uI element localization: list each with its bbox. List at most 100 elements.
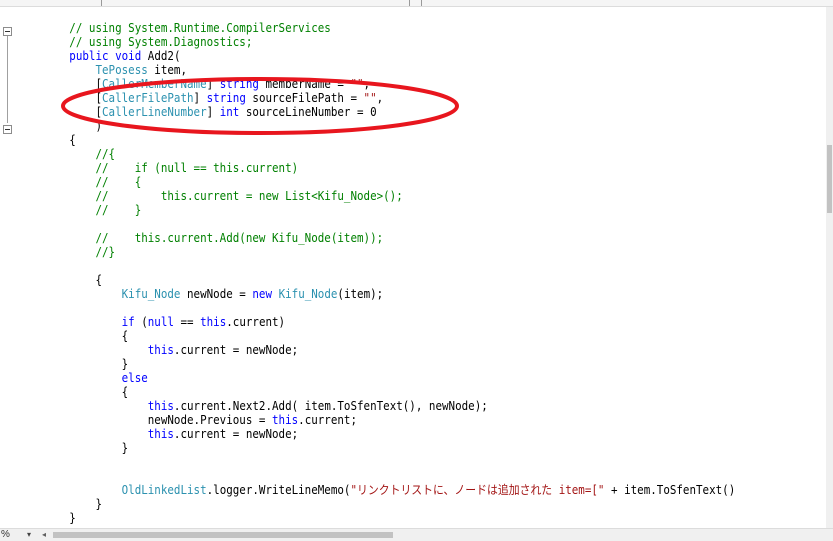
code-token: { — [17, 385, 129, 399]
code-token: OldLinkedList — [121, 483, 207, 497]
code-token: .current = newNode; — [173, 343, 299, 357]
code-token: this — [147, 399, 174, 413]
outlining-margin — [0, 7, 14, 528]
code-token: string — [206, 91, 246, 105]
code-token: // { — [17, 175, 142, 189]
top-strip-divider — [409, 0, 410, 6]
editor-top-strip — [0, 0, 833, 7]
vertical-scroll-thumb[interactable] — [827, 145, 832, 213]
zoom-dropdown-icon[interactable]: ▾ — [27, 529, 31, 540]
code-line[interactable]: // this.current.Add(new Kifu_Node(item))… — [17, 231, 383, 245]
scroll-left-icon[interactable]: ◂ — [42, 529, 46, 540]
code-line[interactable]: // if (null == this.current) — [17, 161, 298, 175]
code-token: { — [17, 329, 129, 343]
code-token: [ — [17, 77, 102, 91]
code-token: TePosess — [95, 63, 148, 77]
code-line[interactable]: } — [17, 497, 102, 511]
zoom-level[interactable]: % — [1, 529, 10, 540]
code-token: new — [252, 287, 273, 301]
code-token: CallerLineNumber — [101, 105, 207, 119]
code-line[interactable]: } — [17, 441, 129, 455]
code-token: sourceFilePath = — [245, 91, 364, 105]
code-token: } — [17, 511, 76, 525]
code-token: "" — [350, 77, 364, 91]
code-line[interactable]: // } — [17, 203, 141, 217]
code-token: ] — [206, 105, 220, 119]
code-token: } — [17, 441, 129, 455]
code-line[interactable]: { — [17, 329, 129, 343]
collapse-region-icon[interactable] — [3, 125, 12, 134]
code-line[interactable]: [CallerLineNumber] int sourceLineNumber … — [17, 105, 377, 119]
code-token: // using System.Diagnostics; — [17, 35, 253, 49]
code-line[interactable]: else — [17, 371, 148, 385]
top-strip-divider — [421, 0, 422, 6]
code-line[interactable]: ) — [17, 119, 102, 133]
code-editor[interactable]: // using System.Runtime.CompilerServices… — [0, 0, 833, 541]
code-line[interactable]: public void Add2( — [17, 49, 180, 63]
code-area[interactable]: // using System.Runtime.CompilerServices… — [17, 21, 827, 526]
code-token: newNode.Previous = — [17, 413, 272, 427]
code-token: .current.Next2.Add( item.ToSfenText(), n… — [173, 399, 488, 413]
code-token: newNode = — [180, 287, 253, 301]
collapse-region-icon[interactable] — [3, 27, 12, 36]
code-line[interactable]: { — [17, 385, 129, 399]
code-line[interactable]: this.current = newNode; — [17, 343, 298, 357]
code-token: this — [147, 343, 174, 357]
code-token: + item.ToSfenText() — [604, 483, 736, 497]
code-token: [ — [17, 91, 102, 105]
code-token: // } — [17, 203, 142, 217]
code-token: this — [200, 315, 227, 329]
code-line[interactable]: this.current = newNode; — [17, 427, 298, 441]
code-line[interactable]: Kifu_Node newNode = new Kifu_Node(item); — [17, 287, 384, 301]
code-line[interactable]: { — [17, 273, 102, 287]
code-token: if — [121, 315, 135, 329]
code-token: this — [147, 427, 174, 441]
code-line[interactable]: OldLinkedList.logger.WriteLineMemo("リンクト… — [17, 483, 736, 497]
code-token: int — [219, 105, 240, 119]
code-line[interactable]: { — [17, 133, 76, 147]
code-token: .current = newNode; — [173, 427, 299, 441]
code-token: memberName = — [258, 77, 351, 91]
code-line[interactable]: //{ — [17, 147, 115, 161]
code-token: } — [17, 357, 129, 371]
code-token: this — [271, 413, 299, 427]
code-line[interactable]: [CallerFilePath] string sourceFilePath =… — [17, 91, 383, 105]
code-line[interactable]: // this.current = new List<Kifu_Node>(); — [17, 189, 402, 203]
code-token: string — [219, 77, 259, 91]
vertical-scrollbar[interactable] — [826, 7, 833, 528]
code-token: void — [115, 49, 142, 63]
code-line[interactable]: [CallerMemberName] string memberName = "… — [17, 77, 370, 91]
code-line[interactable]: } — [17, 511, 76, 525]
code-token: CallerMemberName — [101, 77, 207, 91]
code-token: sourceLineNumber = 0 — [239, 105, 377, 119]
code-token: // using System.Runtime.CompilerServices — [17, 21, 331, 35]
code-token: null — [147, 315, 174, 329]
code-line[interactable]: // using System.Diagnostics; — [17, 35, 252, 49]
code-token: Kifu_Node — [278, 287, 338, 301]
code-token: .logger.WriteLineMemo( — [206, 483, 351, 497]
code-line[interactable]: // using System.Runtime.CompilerServices — [17, 21, 331, 35]
code-token: , — [363, 77, 371, 91]
code-token: (item); — [337, 287, 384, 301]
code-line[interactable]: if (null == this.current) — [17, 315, 285, 329]
code-line[interactable]: this.current.Next2.Add( item.ToSfenText(… — [17, 399, 488, 413]
code-token: ] — [206, 77, 220, 91]
code-token: item, — [147, 63, 188, 77]
code-line[interactable]: newNode.Previous = this.current; — [17, 413, 357, 427]
code-token: ] — [193, 91, 207, 105]
code-token: [ — [17, 105, 102, 119]
code-line[interactable]: } — [17, 357, 129, 371]
code-line[interactable]: // { — [17, 175, 141, 189]
code-token: } — [17, 497, 102, 511]
code-line[interactable]: TePosess item, — [17, 63, 187, 77]
code-token: "リンクトリストに、ノードは追加された item=[" — [350, 483, 605, 497]
code-line[interactable]: //} — [17, 245, 115, 259]
horizontal-scroll-thumb[interactable] — [53, 532, 393, 538]
code-token: //} — [17, 245, 116, 259]
